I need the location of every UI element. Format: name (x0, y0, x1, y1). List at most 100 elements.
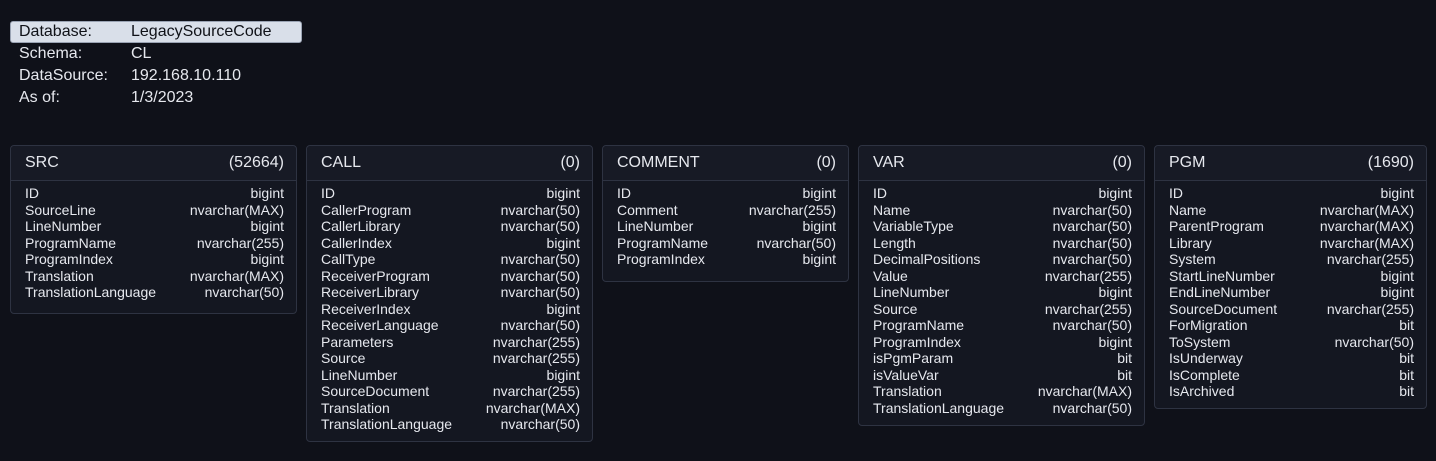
field-row[interactable]: LineNumber bigint (873, 284, 1132, 301)
field-row[interactable]: LineNumber bigint (321, 367, 580, 384)
field-row[interactable]: TranslationLanguage nvarchar(50) (25, 284, 284, 301)
table-card-src[interactable]: SRC (52664) ID bigint SourceLine nvarchar(M… (10, 145, 297, 314)
field-row[interactable]: Name nvarchar(MAX) (1169, 202, 1414, 219)
field-row[interactable]: SourceDocument nvarchar(255) (1169, 301, 1414, 318)
field-row[interactable]: ProgramName nvarchar(255) (25, 235, 284, 252)
field-row[interactable]: EndLineNumber bigint (1169, 284, 1414, 301)
field-row[interactable]: ReceiverLibrary nvarchar(50) (321, 284, 580, 301)
field-type: bit (1399, 317, 1414, 333)
field-row[interactable]: Length nvarchar(50) (873, 235, 1132, 252)
field-row[interactable]: IsArchived bit (1169, 383, 1414, 400)
field-row[interactable]: SourceDocument nvarchar(255) (321, 383, 580, 400)
table-header[interactable]: COMMENT (0) (603, 146, 848, 181)
field-name: ID (617, 185, 631, 201)
field-row[interactable]: StartLineNumber bigint (1169, 268, 1414, 285)
field-type: nvarchar(255) (492, 383, 580, 399)
field-row[interactable]: Source nvarchar(255) (873, 301, 1132, 318)
field-row[interactable]: System nvarchar(255) (1169, 251, 1414, 268)
field-row[interactable]: Library nvarchar(MAX) (1169, 235, 1414, 252)
field-row[interactable]: ForMigration bit (1169, 317, 1414, 334)
field-type: nvarchar(50) (1334, 333, 1414, 350)
field-row[interactable]: ReceiverProgram nvarchar(50) (321, 268, 580, 285)
field-row[interactable]: ProgramName nvarchar(50) (873, 317, 1132, 334)
table-header[interactable]: VAR (0) (859, 146, 1144, 181)
field-type: nvarchar(255) (1044, 267, 1132, 284)
field-type: nvarchar(MAX) (189, 201, 284, 218)
field-row[interactable]: ID bigint (321, 185, 580, 202)
field-name: LineNumber (321, 366, 398, 383)
field-type: nvarchar(50) (1052, 201, 1132, 218)
info-row-datasource[interactable]: DataSource: 192.168.10.110 (10, 65, 302, 87)
field-row[interactable]: CallerProgram nvarchar(50) (321, 202, 580, 219)
field-row[interactable]: LineNumber bigint (617, 218, 836, 235)
table-name: PGM (1169, 154, 1206, 171)
field-row[interactable]: isValueVar bit (873, 367, 1132, 384)
field-row[interactable]: ToSystem nvarchar(50) (1169, 334, 1414, 351)
field-row[interactable]: ParentProgram nvarchar(MAX) (1169, 218, 1414, 235)
field-type: nvarchar(255) (1326, 251, 1414, 267)
field-type: nvarchar(255) (1326, 300, 1414, 317)
field-row[interactable]: ID bigint (873, 185, 1132, 202)
field-row[interactable]: ReceiverLanguage nvarchar(50) (321, 317, 580, 334)
field-row[interactable]: IsComplete bit (1169, 367, 1414, 384)
field-row[interactable]: Comment nvarchar(255) (617, 202, 836, 219)
field-row[interactable]: IsUnderway bit (1169, 350, 1414, 367)
field-name: Value (873, 267, 908, 284)
field-name: LineNumber (25, 218, 102, 234)
field-row[interactable]: ID bigint (617, 185, 836, 202)
field-name: Name (1169, 201, 1207, 218)
field-row[interactable]: ProgramIndex bigint (25, 251, 284, 268)
field-type: nvarchar(50) (756, 234, 836, 251)
field-name: SourceDocument (321, 383, 430, 399)
field-type: nvarchar(50) (500, 416, 580, 432)
field-row[interactable]: Name nvarchar(50) (873, 202, 1132, 219)
row-count: (0) (560, 154, 580, 171)
field-name: System (1169, 251, 1216, 267)
field-row[interactable]: DecimalPositions nvarchar(50) (873, 251, 1132, 268)
field-row[interactable]: TranslationLanguage nvarchar(50) (873, 400, 1132, 417)
field-row[interactable]: isPgmParam bit (873, 350, 1132, 367)
field-row[interactable]: LineNumber bigint (25, 218, 284, 235)
field-row[interactable]: ID bigint (1169, 185, 1414, 202)
field-name: CallType (321, 251, 376, 267)
field-row[interactable]: Source nvarchar(255) (321, 350, 580, 367)
field-name: Translation (321, 399, 390, 416)
field-row[interactable]: CallerLibrary nvarchar(50) (321, 218, 580, 235)
field-row[interactable]: Translation nvarchar(MAX) (873, 383, 1132, 400)
info-row-as-of[interactable]: As of: 1/3/2023 (10, 87, 302, 109)
info-row-database[interactable]: Database: LegacySourceCode (10, 21, 302, 43)
field-name: Name (873, 201, 911, 218)
field-row[interactable]: Parameters nvarchar(255) (321, 334, 580, 351)
table-header[interactable]: SRC (52664) (11, 146, 296, 181)
table-card-comment[interactable]: COMMENT (0) ID bigint Comment nvarchar(255)… (602, 145, 849, 282)
table-card-call[interactable]: CALL (0) ID bigint CallerProgram nvarchar(5… (306, 145, 593, 442)
field-row[interactable]: Value nvarchar(255) (873, 268, 1132, 285)
field-name: Library (1169, 234, 1212, 251)
field-row[interactable]: ReceiverIndex bigint (321, 301, 580, 318)
field-type: bigint (546, 300, 580, 317)
field-row[interactable]: Translation nvarchar(MAX) (321, 400, 580, 417)
field-name: ProgramIndex (25, 251, 113, 267)
field-name: ReceiverIndex (321, 300, 411, 317)
table-header[interactable]: CALL (0) (307, 146, 592, 181)
field-name: Translation (25, 267, 94, 284)
field-type: nvarchar(255) (1044, 300, 1132, 317)
field-row[interactable]: TranslationLanguage nvarchar(50) (321, 416, 580, 433)
field-row[interactable]: CallerIndex bigint (321, 235, 580, 252)
field-name: ParentProgram (1169, 218, 1264, 234)
field-row[interactable]: CallType nvarchar(50) (321, 251, 580, 268)
field-name: isValueVar (873, 366, 939, 383)
field-type: nvarchar(50) (204, 284, 284, 300)
field-row[interactable]: ID bigint (25, 185, 284, 202)
field-row[interactable]: ProgramIndex bigint (617, 251, 836, 268)
field-row[interactable]: ProgramName nvarchar(50) (617, 235, 836, 252)
table-card-var[interactable]: VAR (0) ID bigint Name nvarchar(50) Variable… (858, 145, 1145, 426)
table-header[interactable]: PGM (1690) (1155, 146, 1426, 181)
field-row[interactable]: Translation nvarchar(MAX) (25, 268, 284, 285)
info-row-schema[interactable]: Schema: CL (10, 43, 302, 65)
field-row[interactable]: SourceLine nvarchar(MAX) (25, 202, 284, 219)
table-card-pgm[interactable]: PGM (1690) ID bigint Name nvarchar(MAX) Pare… (1154, 145, 1427, 409)
field-name: ProgramName (617, 234, 709, 251)
field-row[interactable]: VariableType nvarchar(50) (873, 218, 1132, 235)
field-row[interactable]: ProgramIndex bigint (873, 334, 1132, 351)
